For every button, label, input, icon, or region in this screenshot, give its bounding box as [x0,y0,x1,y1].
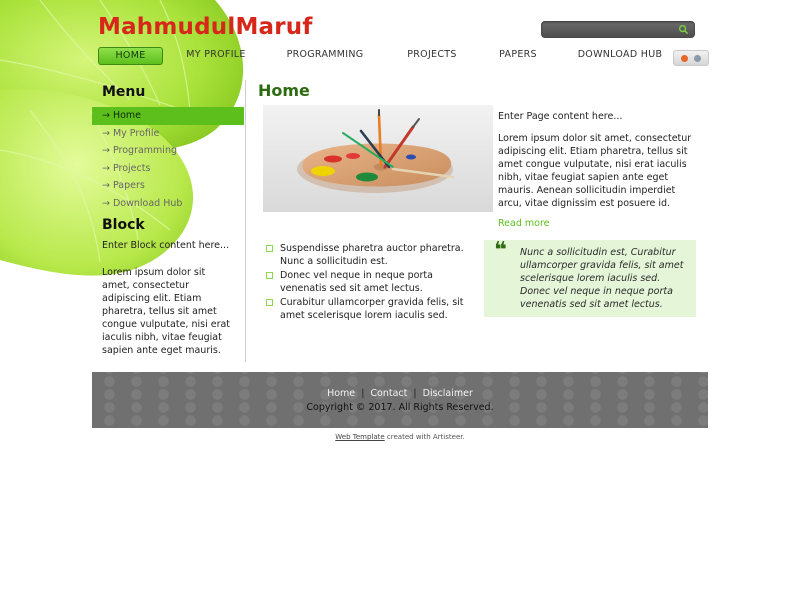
nav-item-download-hub[interactable]: DOWNLOAD HUB [574,47,666,63]
menu-item-label: Papers [112,180,145,192]
block-heading: Block [102,217,145,233]
quote-text: Nunc a sollicitudin est, Curabitur ullam… [520,247,684,310]
menu-item-my-profile[interactable]: → My Profile [92,125,244,143]
arrow-icon: → [102,180,110,192]
blockquote: ❝ Nunc a sollicitudin est, Curabitur ull… [484,240,696,317]
footer: Home | Contact | Disclaimer Copyright © … [92,372,708,428]
list-item-text: Curabitur ullamcorper gravida felis, sit… [280,297,464,321]
read-more-link[interactable]: Read more [498,218,550,229]
nav-item-programming[interactable]: PROGRAMMING [284,47,366,63]
menu-item-label: Download Hub [112,197,183,209]
footer-links: Home | Contact | Disclaimer [92,388,708,399]
footer-link-disclaimer[interactable]: Disclaimer [423,388,473,399]
nav-item-my-profile[interactable]: MY PROFILE [182,47,250,63]
arrow-icon: → [102,197,110,209]
main-nav: HOME MY PROFILE PROGRAMMING PROJECTS PAP… [98,47,698,65]
style-switcher [673,50,709,66]
page-body-text: Lorem ipsum dolor sit amet, consectetur … [498,133,692,209]
template-credit: Web Template created with Artisteer. [92,433,708,441]
footer-link-contact[interactable]: Contact [370,388,407,399]
copyright-text: Copyright © 2017. All Rights Reserved. [306,402,494,413]
quote-mark-icon: ❝ [494,238,507,263]
paint-palette-image [263,105,493,212]
block-intro-text: Enter Block content here... [102,240,230,251]
list-item-text: Donec vel neque in neque porta venenatis… [280,270,433,294]
bullet-square-icon [266,272,273,279]
intro-column: Enter Page content here... Lorem ipsum d… [498,110,698,230]
bullet-square-icon [266,245,273,252]
search-input[interactable] [541,21,695,38]
bullet-list: Suspendisse pharetra auctor pharetra. Nu… [266,242,480,323]
nav-item-papers[interactable]: PAPERS [496,47,540,63]
footer-link-home[interactable]: Home [327,388,355,399]
sidebar-block: Block Enter Block content here... Lorem … [92,214,242,357]
sidebar: Menu → Home → My Profile → Programming → Pro… [92,80,246,362]
arrow-icon: → [102,145,110,157]
page-wrapper: MahmudulMaruf HOME MY PROFILE PROGRAMMIN… [92,0,709,600]
footer-separator: | [361,388,365,399]
list-item: Suspendisse pharetra auctor pharetra. Nu… [266,242,480,268]
search-icon[interactable] [678,24,689,35]
arrow-icon: → [102,162,110,174]
bullet-square-icon [266,299,273,306]
main-content: Home Enter Page content here... Lorem ip… [258,80,698,362]
credit-text: created with Artisteer. [384,433,465,441]
nav-item-home[interactable]: HOME [98,47,163,65]
page-intro-text: Enter Page content here... [498,111,623,122]
footer-separator: | [413,388,417,399]
arrow-icon: → [102,127,110,139]
list-item-text: Suspendisse pharetra auctor pharetra. Nu… [280,243,464,267]
list-item: Donec vel neque in neque porta venenatis… [266,269,480,295]
site-title[interactable]: MahmudulMaruf [98,14,313,40]
menu-item-projects[interactable]: → Projects [92,160,244,178]
gray-style-dot[interactable] [694,55,701,62]
nav-item-projects[interactable]: PROJECTS [402,47,462,63]
orange-style-dot[interactable] [681,55,688,62]
list-item: Curabitur ullamcorper gravida felis, sit… [266,296,480,322]
menu-item-papers[interactable]: → Papers [92,177,244,195]
arrow-icon: → [102,110,110,121]
web-template-link[interactable]: Web Template [335,433,384,441]
menu-heading: Menu [102,84,146,100]
menu-item-label: Projects [112,162,151,174]
block-body-text: Lorem ipsum dolor sit amet, consectetur … [102,267,231,356]
menu-item-home[interactable]: → Home [92,107,244,125]
menu-item-programming[interactable]: → Programming [92,142,244,160]
menu-item-label: My Profile [112,127,160,139]
menu-item-label: Programming [112,145,177,157]
page-title: Home [258,81,310,100]
menu-item-label: Home [112,110,142,121]
vertical-menu: → Home → My Profile → Programming → Projects… [92,107,244,213]
menu-item-download-hub[interactable]: → Download Hub [92,195,244,213]
